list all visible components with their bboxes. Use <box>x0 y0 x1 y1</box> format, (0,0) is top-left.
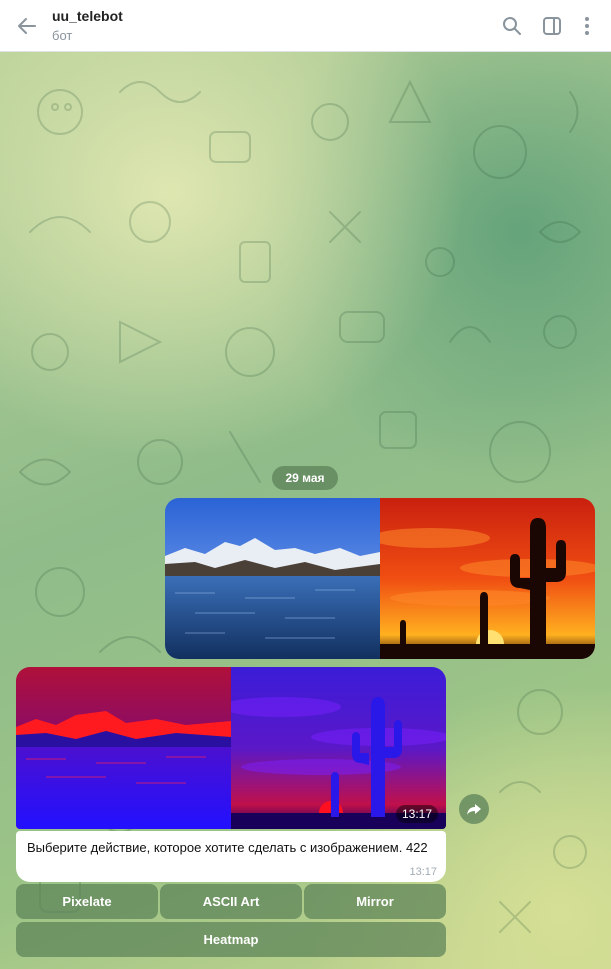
ascii-art-button[interactable]: ASCII Art <box>160 884 302 919</box>
album-time: 13:17 <box>395 805 438 823</box>
arctic-image <box>165 498 380 659</box>
photo-arctic-landscape[interactable] <box>165 498 380 659</box>
date-separator: 29 мая <box>272 466 338 490</box>
back-arrow-icon <box>18 18 36 34</box>
message-bubble: Выберите действие, которое хотите сделат… <box>16 831 446 882</box>
chat-title: uu_telebot <box>52 8 123 24</box>
mirror-button[interactable]: Mirror <box>304 884 446 919</box>
sidebar-toggle-icon <box>543 17 561 35</box>
more-menu-button[interactable] <box>575 14 599 38</box>
forward-button[interactable] <box>459 794 489 824</box>
incoming-photo-album[interactable]: 13:17 <box>16 667 446 829</box>
back-button[interactable] <box>14 13 40 39</box>
search-button[interactable] <box>500 14 524 38</box>
chat-header: uu_telebot бот <box>0 0 611 52</box>
chat-background: 29 мая 13:17 Выберите действие, которое … <box>0 52 611 969</box>
chat-title-area[interactable]: uu_telebot бот <box>52 7 123 45</box>
message-text: Выберите действие, которое хотите сделат… <box>27 840 428 855</box>
forward-icon <box>467 804 481 815</box>
outgoing-photo-album[interactable] <box>165 498 595 659</box>
sunset-image <box>380 498 595 659</box>
heatmap-button[interactable]: Heatmap <box>16 922 446 957</box>
photo-processed-arctic[interactable] <box>16 667 231 829</box>
photo-processed-sunset[interactable]: 13:17 <box>231 667 446 829</box>
search-icon <box>503 17 521 35</box>
more-vertical-icon <box>585 17 589 35</box>
chat-subtitle: бот <box>52 28 73 43</box>
processed-arctic-image <box>16 667 231 829</box>
sidebar-toggle-button[interactable] <box>540 14 564 38</box>
message-time: 13:17 <box>409 866 437 878</box>
photo-desert-sunset[interactable] <box>380 498 595 659</box>
pixelate-button[interactable]: Pixelate <box>16 884 158 919</box>
